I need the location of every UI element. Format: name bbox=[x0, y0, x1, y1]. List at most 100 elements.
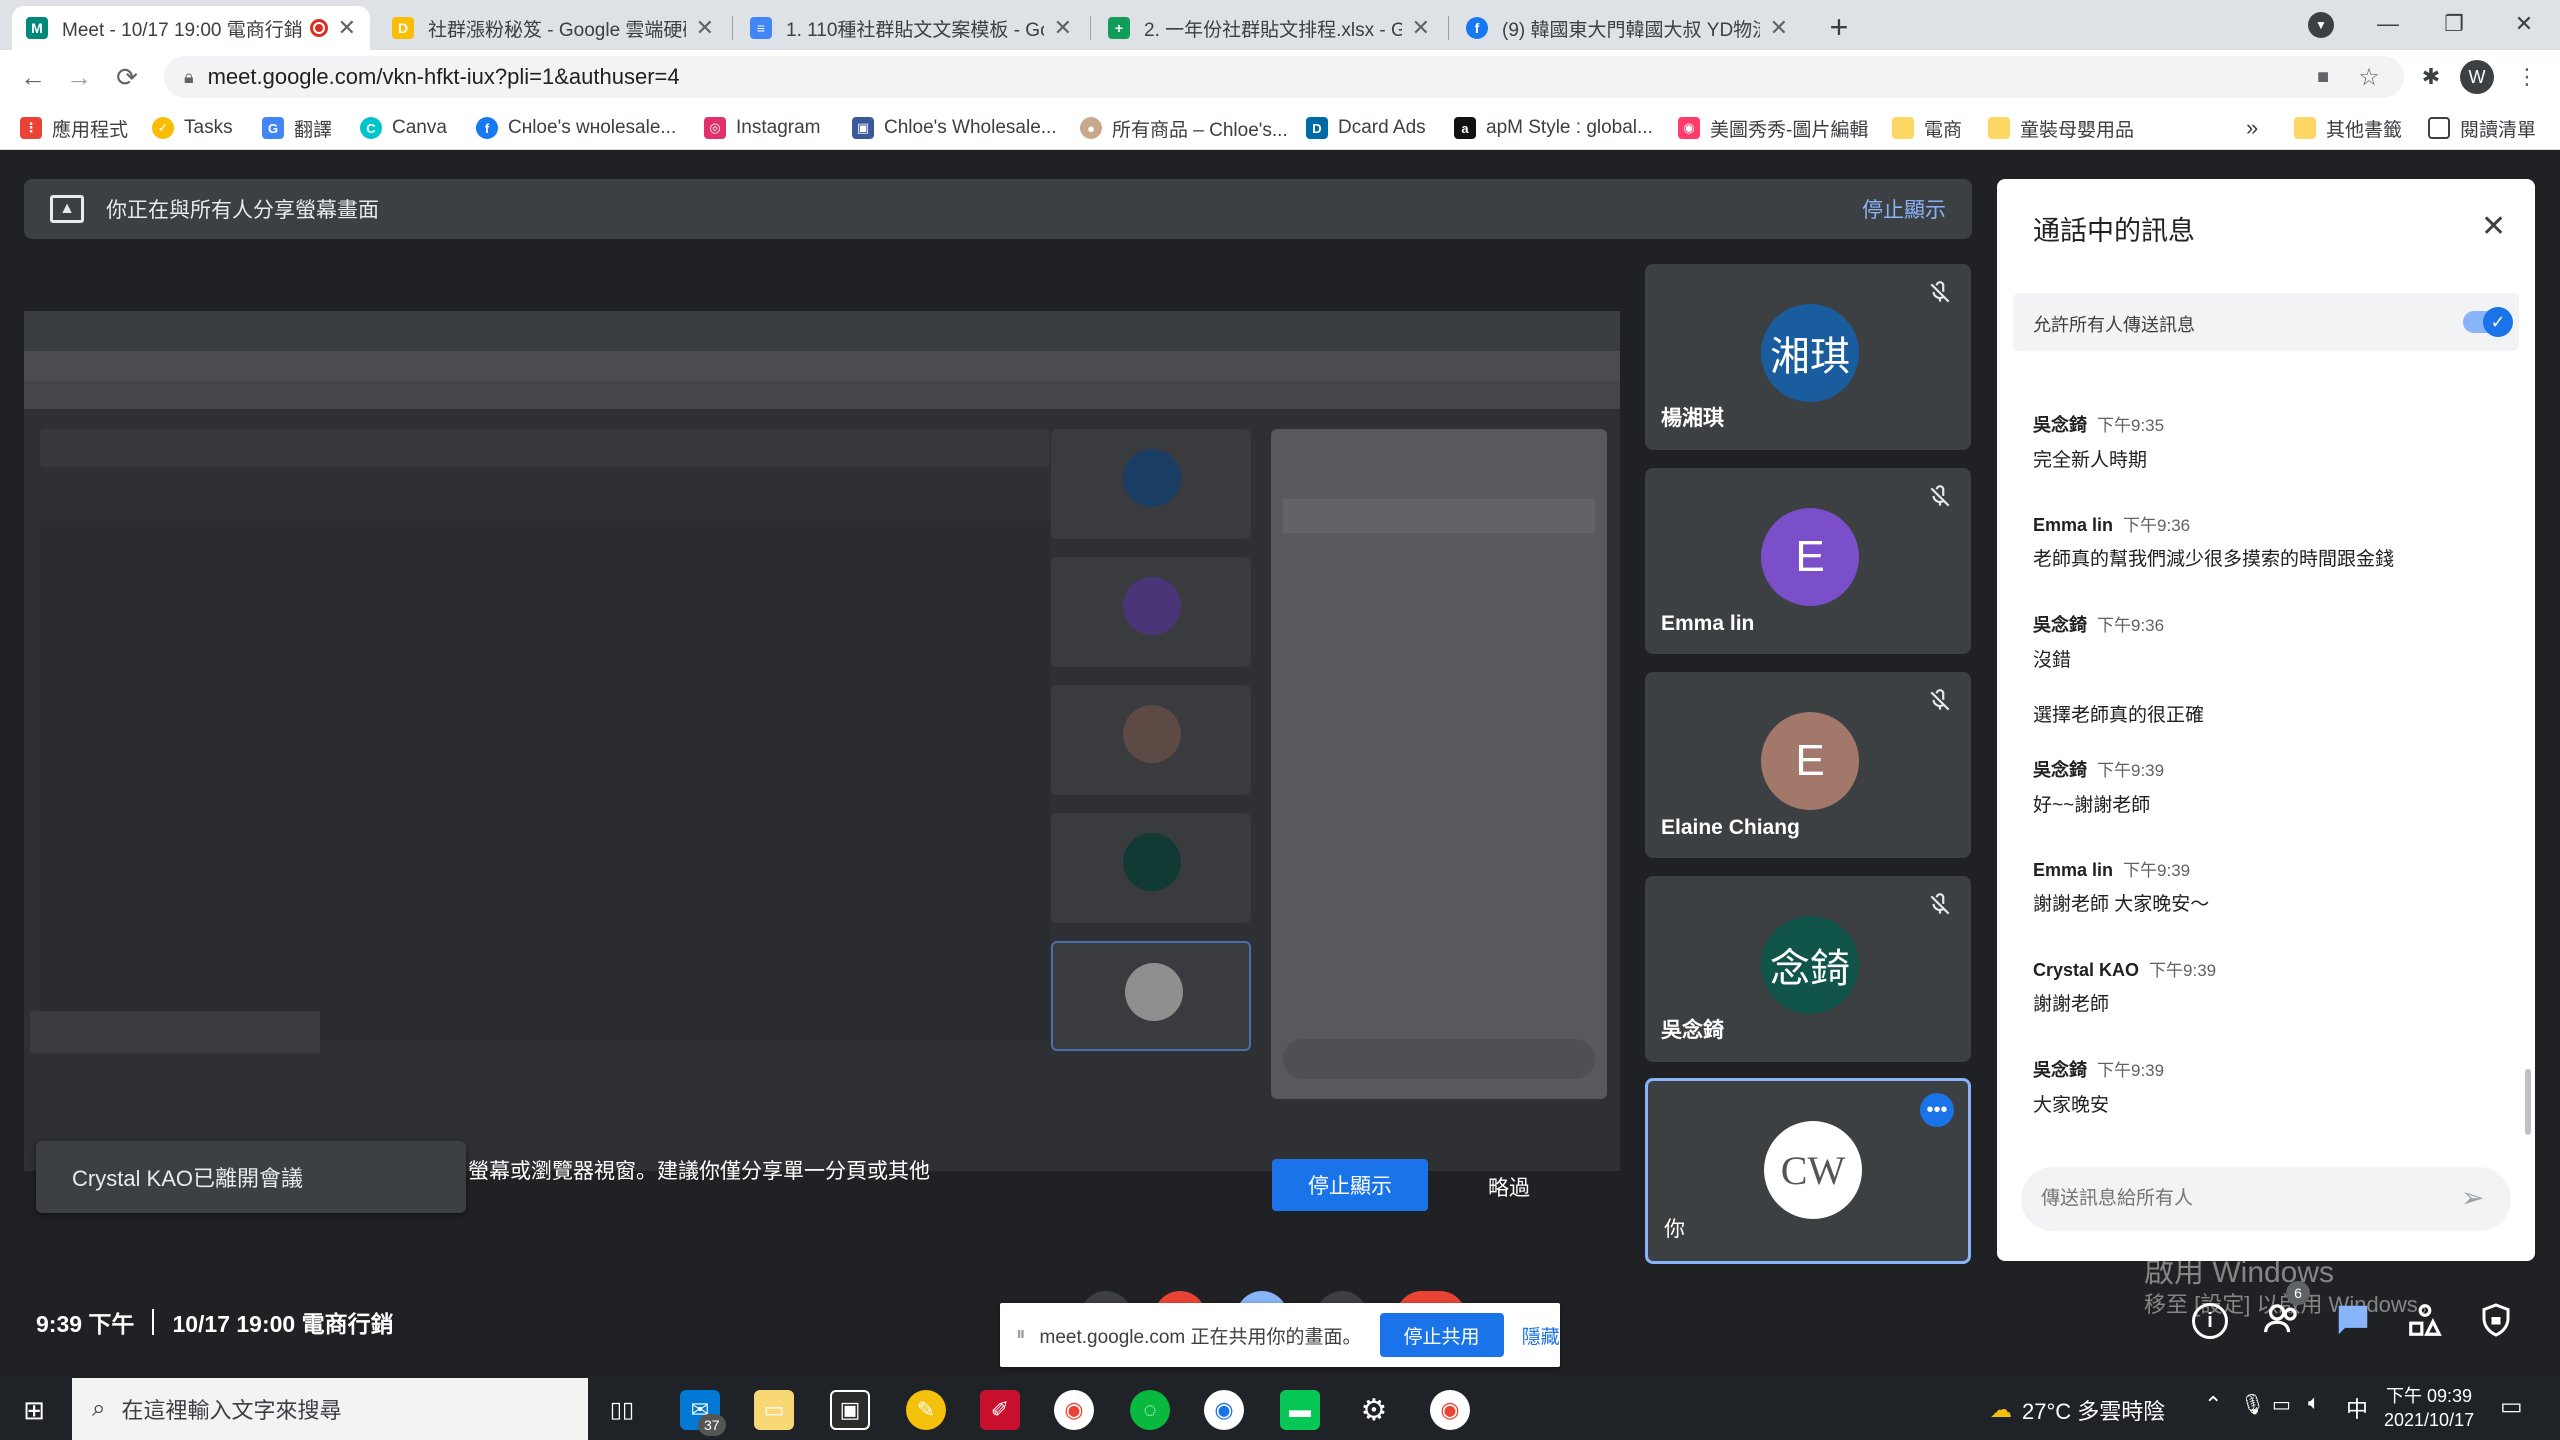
line-icon[interactable]: ▬ bbox=[1280, 1390, 1320, 1430]
sharing-banner-text: meet.google.com 正在共用你的畫面。 bbox=[1039, 1326, 1362, 1348]
stop-presenting-button[interactable]: 停止顯示 bbox=[1272, 1159, 1428, 1211]
close-tab-icon[interactable]: ✕ bbox=[338, 15, 356, 41]
bookmark-canva[interactable]: C Canva bbox=[360, 114, 447, 142]
chrome-icon[interactable]: ◉ bbox=[1054, 1390, 1094, 1430]
lock-icon: 🔒︎ bbox=[184, 66, 194, 87]
bookmark-wholesale[interactable]: ▣ Chloe's Wholesale... bbox=[852, 114, 1057, 142]
bookmark-folder-ecommerce[interactable]: 電商 bbox=[1892, 114, 1962, 142]
present-screen-icon: ▲ bbox=[50, 195, 84, 223]
chrome-icon[interactable]: ◉ bbox=[1430, 1390, 1470, 1430]
pen-app-icon[interactable]: ✐ bbox=[980, 1390, 1020, 1430]
close-tab-icon[interactable]: ✕ bbox=[1770, 15, 1788, 41]
translate-icon: G bbox=[262, 117, 284, 139]
chat-scrollbar[interactable] bbox=[2525, 1069, 2531, 1135]
avatar: E bbox=[1761, 712, 1859, 810]
close-tab-icon[interactable]: ✕ bbox=[1054, 15, 1072, 41]
new-tab-button[interactable]: + bbox=[1820, 8, 1858, 46]
bookmark-other[interactable]: 其他書籤 bbox=[2294, 114, 2402, 142]
windows-start-icon[interactable]: ⊞ bbox=[14, 1390, 54, 1430]
chrome-profile-icon[interactable]: ◉ bbox=[1204, 1390, 1244, 1430]
bookmark-reading-list[interactable]: 閱讀清單 bbox=[2428, 114, 2536, 142]
bookmarks-more-icon[interactable]: » bbox=[2246, 114, 2258, 142]
allow-messages-toggle[interactable]: ✓ bbox=[2463, 307, 2513, 337]
meeting-details: 9:39 下午 10/17 19:00 電商行銷 bbox=[36, 1305, 394, 1339]
drag-handle-icon[interactable]: ⏸︎ bbox=[1016, 1324, 1026, 1346]
file-explorer-icon[interactable]: ▭ bbox=[754, 1390, 794, 1430]
participant-tile[interactable]: E Elaine Chiang bbox=[1645, 672, 1971, 858]
wechat-icon[interactable]: ◌ bbox=[1130, 1390, 1170, 1430]
microphone-tray-icon[interactable]: 🎙︎ bbox=[2240, 1392, 2265, 1417]
notification-icon[interactable]: ▭ bbox=[2500, 1392, 2523, 1421]
bookmark-instagram[interactable]: ◎ Instagram bbox=[704, 114, 820, 142]
volume-icon[interactable]: 🔈︎ bbox=[2308, 1392, 2320, 1415]
bookmark-folder-kids[interactable]: 童裝母嬰用品 bbox=[1988, 114, 2134, 142]
close-tab-icon[interactable]: ✕ bbox=[1412, 15, 1430, 41]
menu-kebab-icon[interactable]: ⋮ bbox=[2510, 60, 2544, 94]
chrome-sharing-banner: ⏸︎ meet.google.com 正在共用你的畫面。 停止共用 隱藏 bbox=[1000, 1303, 1560, 1367]
tab-search-icon[interactable]: ▼ bbox=[2308, 12, 2334, 38]
minimize-button[interactable]: — bbox=[2358, 6, 2418, 42]
left-meeting-toast: Crystal KAO已離開會議 bbox=[36, 1141, 466, 1213]
meeting-details-icon[interactable]: i bbox=[2192, 1303, 2228, 1339]
bookmark-star-icon[interactable]: ☆ bbox=[2352, 60, 2386, 94]
back-icon[interactable]: ← bbox=[16, 60, 50, 94]
stop-presenting-link[interactable]: 停止顯示 bbox=[1862, 194, 1946, 224]
bookmark-apm[interactable]: a apM Style : global... bbox=[1454, 114, 1653, 142]
monitor-app-icon[interactable]: ▣ bbox=[830, 1390, 870, 1430]
participant-tile[interactable]: 湘琪 楊湘琪 bbox=[1645, 264, 1971, 450]
people-icon[interactable] bbox=[2262, 1301, 2308, 1341]
tab-facebook[interactable]: f (9) 韓國東大門韓國大叔 YD物流 ✕ bbox=[1452, 6, 1802, 50]
tab-sheets[interactable]: + 2. 一年份社群貼文排程.xlsx - Goo ✕ bbox=[1094, 6, 1444, 50]
bookmark-dcard[interactable]: D Dcard Ads bbox=[1306, 114, 1426, 142]
network-icon[interactable]: ▭ bbox=[2272, 1392, 2291, 1417]
chat-icon[interactable] bbox=[2334, 1301, 2374, 1341]
bookmark-meitu[interactable]: ◉ 美圖秀秀-圖片編輯 bbox=[1678, 114, 1868, 142]
participant-tile[interactable]: E Emma lin bbox=[1645, 468, 1971, 654]
drive-icon: D bbox=[392, 17, 414, 39]
reading-list-icon bbox=[2428, 117, 2450, 139]
participant-name: 吳念錡 bbox=[1661, 1019, 1724, 1042]
tab-meet[interactable]: M Meet - 10/17 19:00 電商行銷 ✕ bbox=[12, 6, 370, 50]
tab-docs[interactable]: ≡ 1. 110種社群貼文文案模板 - Goo ✕ bbox=[736, 6, 1086, 50]
taskbar-search-box[interactable]: ⌕ 在這裡輸入文字來搜尋 bbox=[72, 1378, 588, 1440]
send-icon[interactable]: ➢ bbox=[2461, 1181, 2484, 1214]
settings-gear-icon[interactable]: ⚙ bbox=[1354, 1390, 1394, 1430]
close-window-button[interactable]: ✕ bbox=[2494, 6, 2554, 42]
skip-button[interactable]: 略過 bbox=[1488, 1172, 1530, 1202]
weather-widget[interactable]: ☁ 27°C 多雲時陰 bbox=[1990, 1394, 2165, 1426]
participant-tile-self[interactable]: CW ••• 你 bbox=[1645, 1078, 1971, 1264]
restore-button[interactable]: ❐ bbox=[2424, 6, 2484, 42]
task-view-icon[interactable]: ▯▯ bbox=[602, 1390, 642, 1430]
activities-icon[interactable] bbox=[2406, 1301, 2446, 1341]
camera-icon[interactable]: ■ bbox=[2306, 60, 2340, 94]
bookmark-tasks[interactable]: ✓ Tasks bbox=[152, 114, 233, 142]
avatar: 念錡 bbox=[1761, 916, 1859, 1014]
chat-input[interactable] bbox=[2041, 1183, 2441, 1215]
mic-off-icon bbox=[1927, 688, 1953, 714]
bookmark-facebook-page[interactable]: f Cʜloe's wʜolesale... bbox=[476, 114, 676, 142]
mic-off-icon bbox=[1927, 892, 1953, 918]
tray-chevron-icon[interactable]: ⌃ bbox=[2204, 1392, 2222, 1418]
profile-avatar[interactable]: W bbox=[2460, 60, 2494, 94]
extensions-icon[interactable]: ✱ bbox=[2414, 60, 2448, 94]
shop-icon: ● bbox=[1080, 117, 1102, 139]
host-controls-icon[interactable] bbox=[2478, 1301, 2518, 1341]
sticky-app-icon[interactable]: ✎ bbox=[906, 1390, 946, 1430]
preview-nested-screen bbox=[40, 521, 1050, 1041]
taskbar-clock[interactable]: 下午 09:39 2021/10/17 bbox=[2384, 1384, 2474, 1432]
close-icon[interactable]: ✕ bbox=[2481, 209, 2506, 244]
bookmark-translate[interactable]: G 翻譯 bbox=[262, 114, 332, 142]
more-options-icon[interactable]: ••• bbox=[1920, 1093, 1954, 1127]
forward-icon[interactable]: → bbox=[62, 60, 96, 94]
reload-icon[interactable]: ⟳ bbox=[110, 60, 144, 94]
omnibox[interactable]: 🔒︎ meet.google.com/vkn-hfkt-iux?pli=1&au… bbox=[164, 56, 2404, 98]
participant-tile[interactable]: 念錡 吳念錡 bbox=[1645, 876, 1971, 1062]
bookmark-apps[interactable]: ⋮ 應用程式 bbox=[20, 114, 128, 142]
tab-drive[interactable]: D 社群漲粉秘笈 - Google 雲端硬碟 ✕ bbox=[378, 6, 728, 50]
close-tab-icon[interactable]: ✕ bbox=[696, 15, 714, 41]
dcard-icon: D bbox=[1306, 117, 1328, 139]
hide-banner-button[interactable]: 隱藏 bbox=[1522, 1322, 1560, 1349]
bookmark-all-products[interactable]: ● 所有商品 – Chloe's... bbox=[1080, 114, 1288, 142]
stop-sharing-button[interactable]: 停止共用 bbox=[1379, 1313, 1504, 1357]
ime-indicator[interactable]: 中 bbox=[2346, 1392, 2368, 1424]
